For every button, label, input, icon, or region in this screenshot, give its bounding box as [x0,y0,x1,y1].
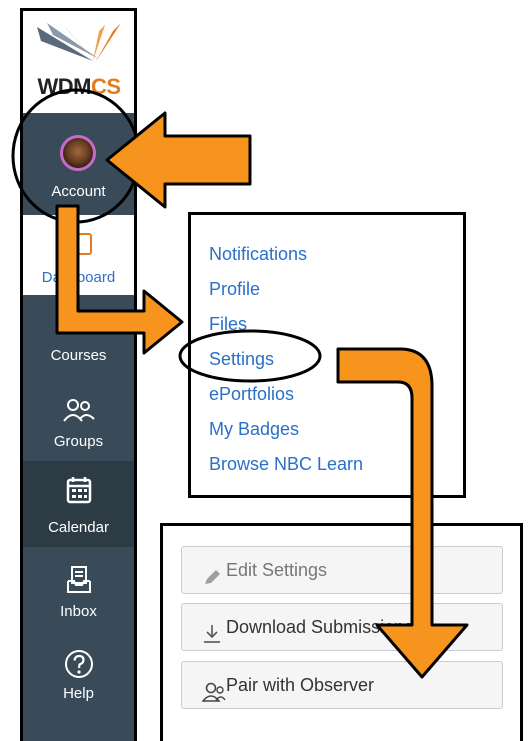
nav-dashboard-label: Dashboard [41,269,116,286]
menu-item-browse-nbc-learn[interactable]: Browse NBC Learn [209,451,363,486]
observer-icon [201,674,226,720]
inbox-icon [23,565,134,595]
book-icon [23,309,134,335]
nav-groups[interactable]: Groups [23,381,134,461]
nav-help[interactable]: Help [23,633,134,723]
nav-courses-label: Courses [50,347,107,364]
nav-help-label: Help [63,685,94,702]
edit-settings-button[interactable]: Edit Settings [181,546,503,594]
download-submissions-button[interactable]: Download Submissions [181,603,503,651]
nav-account-label: Account [51,183,106,200]
avatar [60,135,96,171]
download-icon [202,616,222,662]
pencil-icon [202,559,222,605]
logo-text: WDMCS [37,74,121,99]
calendar-icon [23,475,134,505]
download-submissions-label: Download Submissions [226,617,414,637]
edit-settings-label: Edit Settings [226,560,328,580]
menu-item-my-badges[interactable]: My Badges [209,416,363,451]
nav-calendar-label: Calendar [48,519,109,536]
menu-item-settings[interactable]: Settings [209,346,363,381]
menu-item-profile[interactable]: Profile [209,276,363,311]
menu-item-eportfolios[interactable]: ePortfolios [209,381,363,416]
logo-mark-icon [37,23,121,63]
pair-with-observer-button[interactable]: Pair with Observer [181,661,503,709]
logo[interactable]: WDMCS [23,11,134,113]
dashboard-icon [68,233,92,255]
groups-icon [23,397,134,423]
nav-inbox[interactable]: Inbox [23,551,134,631]
nav-account[interactable]: Account [23,113,134,215]
nav-groups-label: Groups [53,433,104,450]
menu-item-notifications[interactable]: Notifications [209,241,363,276]
settings-actions-panel: Edit Settings Download Submissions Pair … [160,523,523,741]
nav-calendar[interactable]: Calendar [23,461,134,547]
account-menu-list: Notifications Profile Files Settings ePo… [209,241,363,486]
nav-dashboard[interactable]: Dashboard [23,215,134,295]
global-navigation-sidebar: WDMCS Account Dashboard Courses Groups C… [20,8,137,741]
pair-with-observer-label: Pair with Observer [226,675,375,695]
nav-inbox-label: Inbox [60,603,97,620]
account-menu: Notifications Profile Files Settings ePo… [188,212,466,498]
nav-courses[interactable]: Courses [23,295,134,375]
help-icon [23,649,134,679]
menu-item-files[interactable]: Files [209,311,363,346]
